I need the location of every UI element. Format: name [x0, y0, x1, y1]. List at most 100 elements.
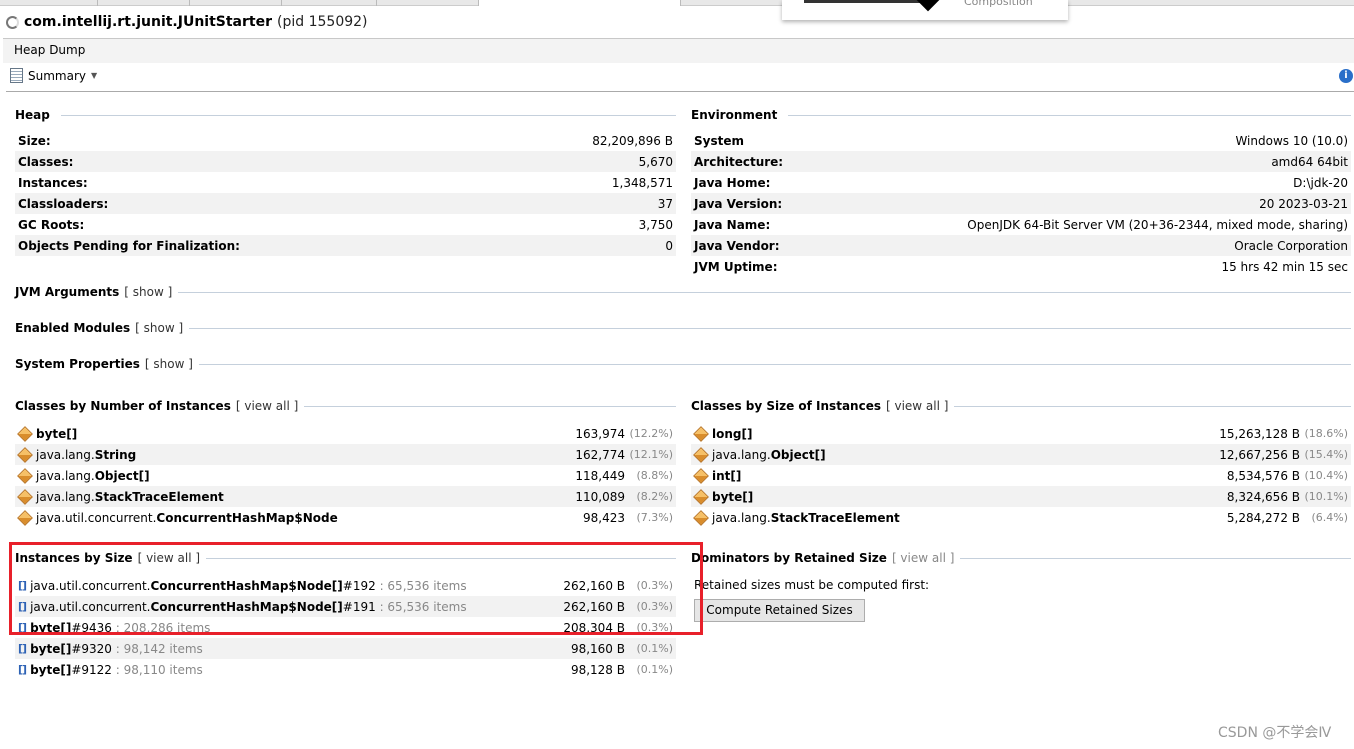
enabled-modules-show-link[interactable]: [ show ]	[135, 321, 183, 335]
class-package: java.lang.	[712, 510, 771, 525]
class-name[interactable]: byte[]	[36, 427, 77, 441]
window-title: com.intellij.rt.junit.JUnitStarter (pid …	[6, 14, 368, 30]
class-value: 15,263,128 B	[1219, 426, 1300, 441]
instance-size: 98,128 B	[570, 662, 625, 677]
environment-section-title: Environment	[691, 108, 1351, 122]
overlay-tooltip: Composition	[782, 0, 1068, 20]
row-label: Java Home:	[694, 175, 771, 190]
instance-row[interactable]: [] byte[]#9122 : 98,110 items 98,128 B (0.1…	[15, 659, 676, 680]
class-row[interactable]: java.lang.Object[] 12,667,256 B (15.4%)	[691, 444, 1351, 465]
info-icon[interactable]: i	[1339, 69, 1353, 83]
row-value: amd64 64bit	[1271, 154, 1348, 169]
class-percent: (10.4%)	[1304, 469, 1348, 482]
row-value: 3,750	[638, 217, 673, 232]
class-name[interactable]: Object[]	[771, 448, 826, 462]
instance-id[interactable]: #9320	[71, 642, 112, 656]
system-properties-show-link[interactable]: [ show ]	[145, 357, 193, 371]
class-value: 8,324,656 B	[1226, 489, 1300, 504]
row-label: System	[694, 133, 744, 148]
divider	[6, 91, 1354, 92]
classes-by-size-view-all[interactable]: [ view all ]	[886, 399, 948, 413]
class-name[interactable]: Object[]	[95, 469, 150, 483]
table-row: Instances: 1,348,571	[15, 172, 676, 193]
class-row[interactable]: java.lang.StackTraceElement 5,284,272 B (6…	[691, 507, 1351, 528]
table-row: GC Roots: 3,750	[15, 214, 676, 235]
class-row[interactable]: byte[] 163,974 (12.2%)	[15, 423, 676, 444]
row-value: OpenJDK 64-Bit Server VM (20+36-2344, mi…	[967, 217, 1348, 232]
class-percent: (8.2%)	[636, 490, 673, 503]
class-row[interactable]: int[] 8,534,576 B (10.4%)	[691, 465, 1351, 486]
row-value: 15 hrs 42 min 15 sec	[1221, 259, 1348, 274]
table-row: Java Home: D:\jdk-20	[691, 172, 1351, 193]
class-row[interactable]: java.util.concurrent.ConcurrentHashMap$N…	[15, 507, 676, 528]
compute-retained-sizes-button[interactable]: Compute Retained Sizes	[694, 599, 865, 622]
class-percent: (10.1%)	[1304, 490, 1348, 503]
overlay-label: Composition	[964, 0, 1033, 8]
jvm-arguments-show-link[interactable]: [ show ]	[124, 285, 172, 299]
class-row[interactable]: java.lang.StackTraceElement 110,089 (8.2%)	[15, 486, 676, 507]
class-name[interactable]: long[]	[712, 427, 752, 441]
tab[interactable]	[282, 0, 377, 6]
class-icon	[17, 446, 33, 463]
tab[interactable]	[190, 0, 282, 6]
class-name[interactable]: ConcurrentHashMap$Node	[156, 511, 337, 525]
classes-by-count-table: byte[] 163,974 (12.2%) java.lang.String 162,…	[15, 423, 676, 528]
array-icon: []	[18, 663, 27, 676]
class-package: java.util.concurrent.	[36, 510, 157, 525]
document-icon	[10, 68, 23, 83]
instance-id[interactable]: #9122	[71, 663, 112, 677]
tab-heap-dump[interactable]	[479, 0, 681, 6]
loading-icon	[6, 15, 19, 29]
row-label: Java Version:	[694, 196, 783, 211]
class-name[interactable]: StackTraceElement	[771, 511, 900, 525]
instance-percent: (0.1%)	[636, 642, 673, 655]
class-name[interactable]: byte[]	[712, 490, 753, 504]
class-name[interactable]: String	[95, 448, 137, 462]
class-percent: (6.4%)	[1311, 511, 1348, 524]
dominators-note: Retained sizes must be computed first:	[694, 578, 930, 592]
class-row[interactable]: java.lang.Object[] 118,449 (8.8%)	[15, 465, 676, 486]
class-value: 162,774	[575, 447, 625, 462]
class-percent: (8.8%)	[636, 469, 673, 482]
class-value: 118,449	[575, 468, 625, 483]
table-row: Java Name: OpenJDK 64-Bit Server VM (20+3…	[691, 214, 1351, 235]
class-package: java.lang.	[36, 489, 95, 504]
tab[interactable]	[377, 0, 479, 6]
row-value: 82,209,896 B	[592, 133, 673, 148]
row-label: Objects Pending for Finalization:	[18, 238, 240, 253]
class-row[interactable]: byte[] 8,324,656 B (10.1%)	[691, 486, 1351, 507]
row-value: Windows 10 (10.0)	[1235, 133, 1348, 148]
tab[interactable]	[0, 0, 98, 6]
row-label: Instances:	[18, 175, 88, 190]
class-name[interactable]: StackTraceElement	[95, 490, 224, 504]
class-icon	[17, 425, 33, 442]
table-row: Java Vendor: Oracle Corporation	[691, 235, 1351, 256]
jvm-arguments-section: JVM Arguments[ show ]	[15, 285, 1351, 299]
class-package: java.lang.	[36, 447, 95, 462]
class-value: 110,089	[575, 489, 625, 504]
class-icon	[693, 446, 709, 463]
table-row: Size: 82,209,896 B	[15, 130, 676, 151]
class-row[interactable]: long[] 15,263,128 B (18.6%)	[691, 423, 1351, 444]
table-row: Java Version: 20 2023-03-21	[691, 193, 1351, 214]
dominators-view-all[interactable]: [ view all ]	[892, 551, 954, 565]
class-percent: (12.1%)	[629, 448, 673, 461]
instance-row[interactable]: [] byte[]#9320 : 98,142 items 98,160 B (0.1…	[15, 638, 676, 659]
instance-class[interactable]: byte[]	[30, 663, 71, 677]
row-label: Java Vendor:	[694, 238, 780, 253]
row-value: 0	[665, 238, 673, 253]
highlight-box	[9, 542, 703, 635]
instance-class[interactable]: byte[]	[30, 642, 71, 656]
summary-dropdown[interactable]: Summary ▼	[10, 68, 97, 83]
class-value: 8,534,576 B	[1226, 468, 1300, 483]
class-icon	[17, 467, 33, 484]
tab[interactable]	[98, 0, 190, 6]
class-name[interactable]: int[]	[712, 469, 741, 483]
table-row: JVM Uptime: 15 hrs 42 min 15 sec	[691, 256, 1351, 277]
class-value: 98,423	[583, 510, 625, 525]
class-package: java.lang.	[712, 447, 771, 462]
classes-by-count-view-all[interactable]: [ view all ]	[236, 399, 298, 413]
class-row[interactable]: java.lang.String 162,774 (12.1%)	[15, 444, 676, 465]
row-label: JVM Uptime:	[694, 259, 778, 274]
tab-strip	[0, 0, 1354, 6]
